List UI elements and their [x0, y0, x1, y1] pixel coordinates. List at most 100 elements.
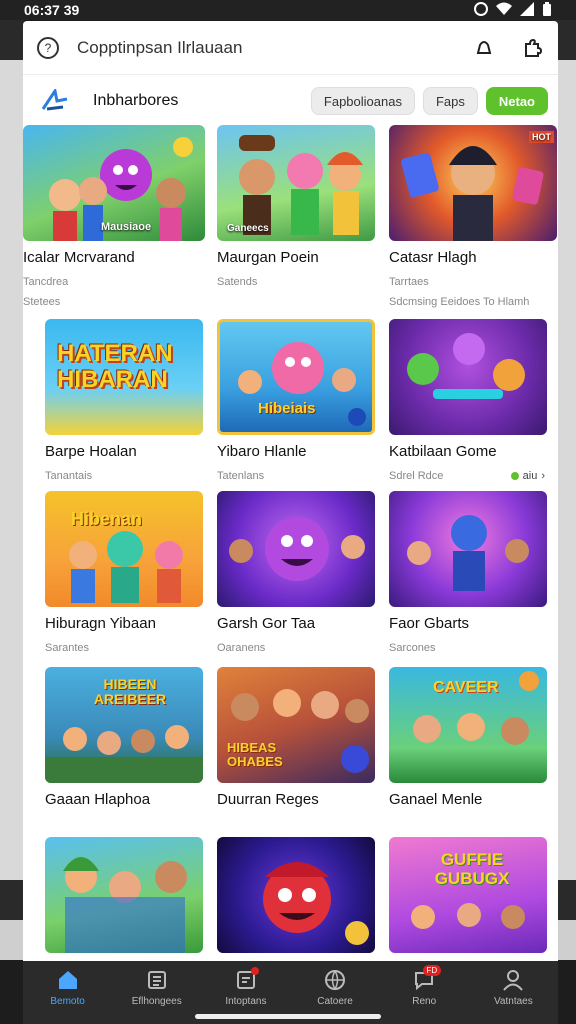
game-card[interactable]: HATERAN HIBARAN Barpe Hoalan Tanantais	[45, 319, 205, 482]
game-thumbnail: Hibeiais	[217, 319, 375, 435]
game-meta: Sdrel Rdce	[389, 470, 444, 482]
game-subtitle: Stetees	[23, 296, 61, 308]
chat-badge: FD	[422, 965, 442, 976]
chat-icon: FD	[413, 965, 442, 991]
game-meta: Tatenlans	[217, 470, 265, 482]
chip-filter-2[interactable]: Faps	[422, 87, 478, 115]
game-card[interactable]: Ganeecs Maurgan Poein Satends	[217, 125, 377, 288]
game-meta: Tarrtaes	[389, 276, 429, 288]
game-card[interactable]: Faor Gbarts Sarcones	[389, 491, 549, 654]
game-title: Hiburagn Yibaan	[45, 615, 156, 632]
game-title: Duurran Reges	[217, 791, 319, 808]
online-dot-icon	[510, 472, 519, 480]
backdrop-left	[0, 20, 24, 60]
wifi-icon	[496, 2, 512, 19]
search-bar[interactable]: ? Copptinpsan Ilrlauaan	[23, 21, 558, 75]
status-icons	[474, 1, 552, 19]
game-card[interactable]: Hibeiais Yibaro Hlanle Tatenlans	[217, 319, 377, 482]
game-meta-row: Sdrel Rdce aiu ›	[389, 470, 545, 482]
share-icon[interactable]	[348, 408, 366, 426]
bell-icon[interactable]	[472, 36, 496, 60]
game-thumbnail	[389, 491, 547, 607]
status-bar: 06:37 39	[0, 0, 576, 20]
game-meta: Tanantais	[45, 470, 93, 482]
inbox-icon	[235, 967, 259, 991]
thumbnail-banner: Hibeiais	[258, 400, 316, 417]
thumbnail-banner: GUFFIE GUBUGX	[434, 850, 510, 888]
game-meta: Satends	[217, 276, 258, 288]
game-thumbnail: HOT	[389, 125, 557, 241]
nav-item-chat[interactable]: FD Reno	[384, 965, 464, 1007]
game-card[interactable]: GUFFIE GUBUGX	[389, 837, 549, 961]
home-icon	[57, 969, 79, 991]
indicator-label: aiu	[522, 470, 538, 482]
thumbnail-banner: Ganeecs	[227, 223, 269, 234]
globe-icon	[324, 969, 346, 991]
thumbnail-banner: HIBEEN AREIBEER	[93, 676, 167, 708]
nav-label: Bemoto	[50, 996, 85, 1007]
game-title: Ganael Menle	[389, 791, 483, 808]
online-indicator[interactable]: aiu ›	[510, 470, 545, 482]
search-input[interactable]: Copptinpsan Ilrlauaan	[77, 38, 448, 58]
game-title: Garsh Gor Taa	[217, 615, 316, 632]
game-thumbnail: Mausiaoe	[23, 125, 205, 241]
game-meta: Oaranens	[217, 642, 266, 654]
help-icon[interactable]: ?	[37, 36, 59, 59]
game-title: Katbilaan Gome	[389, 443, 497, 460]
backdrop-left-lower	[0, 880, 24, 920]
game-meta: Sarantes	[45, 642, 90, 654]
nav-item-home[interactable]: Bemoto	[28, 969, 108, 1007]
game-card[interactable]	[45, 837, 205, 961]
game-thumbnail	[217, 837, 375, 953]
game-subtitle: Sdcmsing Eeidoes To Hlamh	[389, 296, 530, 308]
battery-icon	[542, 1, 552, 19]
game-thumbnail: HATERAN HIBARAN	[45, 319, 203, 435]
game-card[interactable]: HIBEEN AREIBEER Gaaan Hlaphoa	[45, 667, 205, 808]
game-thumbnail	[217, 491, 375, 607]
nav-item-globe[interactable]: Catoere	[295, 969, 375, 1007]
game-thumbnail: CAVEER	[389, 667, 547, 783]
chevron-right-icon: ›	[541, 470, 545, 482]
backdrop-left-light	[0, 60, 24, 880]
game-card[interactable]: HIBEAS OHABES Duurran Reges	[217, 667, 377, 808]
thumbnail-banner: HIBEAS OHABES	[227, 740, 283, 770]
game-card[interactable]	[217, 837, 377, 961]
chip-filter-1[interactable]: Fapbolioanas	[310, 87, 415, 115]
nav-label: Catoere	[317, 996, 353, 1007]
app-logo-icon	[41, 87, 69, 113]
game-card[interactable]: Hibenan Hiburagn Yibaan Sarantes	[45, 491, 205, 654]
puzzle-icon[interactable]	[520, 36, 544, 60]
nav-item-list[interactable]: Eflhongees	[117, 969, 197, 1007]
filter-title: Inbharbores	[93, 92, 179, 109]
game-title: Faor Gbarts	[389, 615, 470, 632]
nfc-icon	[474, 1, 488, 19]
game-meta: Tancdrea	[23, 276, 69, 288]
game-thumbnail: Ganeecs	[217, 125, 375, 241]
game-card[interactable]: CAVEER Ganael Menle	[389, 667, 549, 808]
game-thumbnail	[45, 837, 203, 953]
game-title: Maurgan Poein	[217, 249, 319, 266]
home-indicator[interactable]	[195, 1014, 381, 1019]
filter-bar: Inbharbores Fapbolioanas Faps Netao	[23, 81, 558, 121]
game-thumbnail: HIBEEN AREIBEER	[45, 667, 203, 783]
game-title: Gaaan Hlaphoa	[45, 791, 151, 808]
notification-dot	[250, 967, 259, 975]
game-card[interactable]: HOT Catasr Hlagh Tarrtaes Sdcmsing Eeido…	[389, 125, 557, 308]
game-card[interactable]: Katbilaan Gome Sdrel Rdce aiu ›	[389, 319, 549, 482]
game-title: Icalar Mcrvarand	[23, 249, 135, 266]
nav-item-inbox[interactable]: Intoptans	[206, 967, 286, 1007]
thumbnail-banner: Mausiaoe	[101, 221, 152, 233]
game-card[interactable]: Mausiaoe Icalar Mcrvarand Tancdrea Stete…	[23, 125, 205, 308]
status-time: 06:37 39	[24, 2, 80, 18]
nav-item-profile[interactable]: Vatntaes	[473, 969, 553, 1007]
signal-icon	[520, 1, 534, 19]
app-sheet: ? Copptinpsan Ilrlauaan Inbharbores Fapb…	[23, 21, 558, 961]
nav-label: Eflhongees	[131, 996, 182, 1007]
user-icon	[502, 969, 524, 991]
list-icon	[146, 969, 168, 991]
thumbnail-banner: CAVEER	[433, 679, 499, 696]
chip-filter-active[interactable]: Netao	[485, 87, 548, 115]
game-thumbnail: Hibenan	[45, 491, 203, 607]
game-title: Catasr Hlagh	[389, 249, 477, 266]
game-card[interactable]: Garsh Gor Taa Oaranens	[217, 491, 377, 654]
